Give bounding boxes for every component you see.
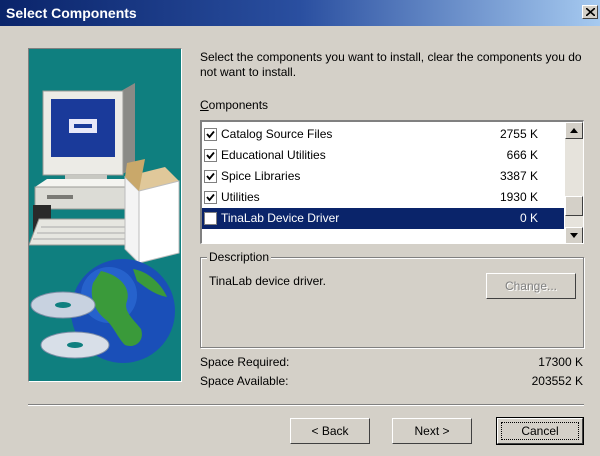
component-name: Utilities xyxy=(221,190,260,204)
select-components-dialog: Select Components Select the components … xyxy=(0,0,600,456)
next-button[interactable]: Next > xyxy=(392,418,472,444)
change-button: Change... xyxy=(486,273,576,299)
cancel-button[interactable]: Cancel xyxy=(496,417,584,445)
components-label-text: omponents xyxy=(208,98,269,112)
component-checkbox[interactable] xyxy=(204,170,217,183)
scroll-up-button[interactable] xyxy=(565,122,583,139)
checkmark-icon xyxy=(206,130,215,139)
component-row-selected[interactable]: TinaLab Device Driver 0 K xyxy=(202,208,564,229)
checkmark-icon xyxy=(206,193,215,202)
component-name: TinaLab Device Driver xyxy=(221,211,340,225)
instruction-text: Select the components you want to instal… xyxy=(200,50,582,79)
components-list[interactable]: Catalog Source Files 2755 K Educational … xyxy=(200,120,584,244)
component-row[interactable]: Spice Libraries 3387 K xyxy=(202,166,564,187)
description-group: Description TinaLab device driver. Chang… xyxy=(200,250,584,348)
checkmark-icon xyxy=(206,172,215,181)
component-size: 0 K xyxy=(519,211,538,225)
computer-monitor-icon xyxy=(42,83,135,185)
component-row[interactable]: Educational Utilities 666 K xyxy=(202,145,564,166)
description-legend: Description xyxy=(207,250,272,264)
component-checkbox[interactable] xyxy=(204,191,217,204)
component-size: 3387 K xyxy=(499,169,538,183)
space-available-label: Space Available: xyxy=(200,374,289,388)
component-size: 2755 K xyxy=(499,127,538,141)
space-available-value: 203552 K xyxy=(531,374,583,388)
component-size: 1930 K xyxy=(499,190,538,204)
component-size: 666 K xyxy=(506,148,538,162)
arrow-down-icon xyxy=(570,233,578,238)
window-title: Select Components xyxy=(6,5,137,21)
space-required-label: Space Required: xyxy=(200,355,290,369)
components-label-accesskey: C xyxy=(200,98,209,112)
back-button[interactable]: < Back xyxy=(290,418,370,444)
close-button[interactable] xyxy=(582,5,598,19)
component-row[interactable]: Utilities 1930 K xyxy=(202,187,564,208)
component-row[interactable]: Catalog Source Files 2755 K xyxy=(202,124,564,145)
component-checkbox[interactable] xyxy=(204,212,217,225)
component-checkbox[interactable] xyxy=(204,149,217,162)
scroll-thumb[interactable] xyxy=(565,196,583,216)
component-name: Educational Utilities xyxy=(221,148,326,162)
component-checkbox[interactable] xyxy=(204,128,217,141)
keyboard-icon xyxy=(29,218,138,246)
space-required-value: 17300 K xyxy=(538,355,583,369)
title-bar[interactable]: Select Components xyxy=(0,0,600,26)
components-label: Components xyxy=(200,98,268,112)
scroll-down-button[interactable] xyxy=(565,227,583,243)
checkmark-icon xyxy=(206,151,215,160)
component-name: Catalog Source Files xyxy=(221,127,333,141)
components-scrollbar[interactable] xyxy=(565,122,583,243)
component-name: Spice Libraries xyxy=(221,169,301,183)
setup-illustration xyxy=(28,48,182,382)
description-text: TinaLab device driver. xyxy=(209,274,326,288)
arrow-up-icon xyxy=(570,128,578,133)
software-box-icon xyxy=(124,159,180,265)
close-icon xyxy=(586,8,595,16)
button-divider xyxy=(28,404,584,406)
focus-rectangle xyxy=(501,422,579,440)
